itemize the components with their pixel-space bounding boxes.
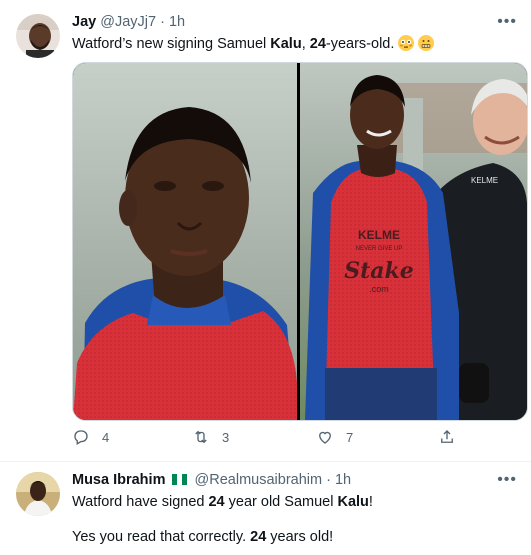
tweet-text-bold: 24 [250, 529, 267, 545]
player-photos: KELME KELME NEVER GIVE UP Stake .com [73, 63, 527, 420]
share-icon [441, 430, 453, 443]
vest-slogan: NEVER GIVE UP [356, 246, 403, 252]
flushed-face-emoji [398, 35, 415, 51]
separator-dot: · [160, 14, 165, 30]
tweet[interactable]: Musa Ibrahim @Realmusaibrahim · 1h ••• W… [0, 462, 531, 555]
author-handle[interactable]: @JayJj7 [100, 14, 156, 30]
tweet[interactable]: Jay @JayJj7 · 1h ••• Watford’s new signi… [0, 0, 531, 462]
tweet-text-part: , [301, 36, 310, 52]
separator-dot: · [326, 472, 331, 488]
tweet-text-bold: Kalu [270, 36, 302, 52]
retweet-count: 3 [222, 429, 230, 445]
like-count: 7 [346, 429, 354, 445]
tweet-text-line: Yes you read that correctly. 24 years ol… [72, 528, 333, 547]
tweet-text-bold: Kalu [337, 494, 369, 510]
author-name[interactable]: Jay [72, 14, 96, 30]
vest-sponsor-suffix: .com [369, 284, 389, 294]
vest-brand: KELME [358, 228, 400, 242]
reply-button[interactable]: 4 [72, 428, 109, 446]
avatar[interactable] [16, 14, 60, 58]
avatar[interactable] [16, 472, 60, 516]
tweet-text-part: ! [368, 494, 373, 510]
grimacing-face-emoji [418, 35, 435, 51]
nigeria-flag-emoji [171, 473, 187, 485]
more-options-icon[interactable]: ••• [497, 471, 517, 489]
retweet-icon [195, 430, 207, 444]
tweet-text-bold: 24 [309, 36, 326, 52]
like-button[interactable]: 7 [316, 428, 353, 446]
tweet-text-part: Watford have signed [72, 494, 209, 510]
heart-icon [319, 431, 331, 444]
tweet-text-part: Watford’s new signing Samuel [72, 36, 271, 52]
tweet-text-line: Watford have signed 24 year old Samuel K… [72, 493, 373, 512]
tweet-text-part: year old Samuel [224, 494, 338, 510]
tweet-text-part: years old! [266, 529, 334, 545]
tweet-text-bold: 24 [208, 494, 225, 510]
tweet-text-part: -years-old. [325, 36, 399, 52]
action-bar: 4 3 7 [72, 428, 492, 450]
tweet-header: Jay @JayJj7 · 1h [72, 14, 185, 30]
retweet-button[interactable]: 3 [192, 428, 229, 446]
tweet-text: Watford’s new signing Samuel Kalu, 24-ye… [72, 35, 435, 54]
more-options-icon[interactable]: ••• [497, 13, 517, 31]
timestamp[interactable]: 1h [169, 14, 185, 30]
tweet-header: Musa Ibrahim @Realmusaibrahim · 1h [72, 472, 351, 488]
timestamp[interactable]: 1h [335, 472, 351, 488]
jacket-brand: KELME [471, 176, 498, 185]
vest-sponsor: Stake [344, 258, 414, 284]
reply-icon [74, 430, 88, 445]
reply-count: 4 [102, 429, 110, 445]
author-name[interactable]: Musa Ibrahim [72, 472, 165, 488]
tweet-text-part: Yes you read that correctly. [72, 529, 251, 545]
tweet-media[interactable]: KELME KELME NEVER GIVE UP Stake .com [72, 62, 528, 421]
author-handle[interactable]: @Realmusaibrahim [195, 472, 323, 488]
share-button[interactable] [438, 428, 468, 446]
